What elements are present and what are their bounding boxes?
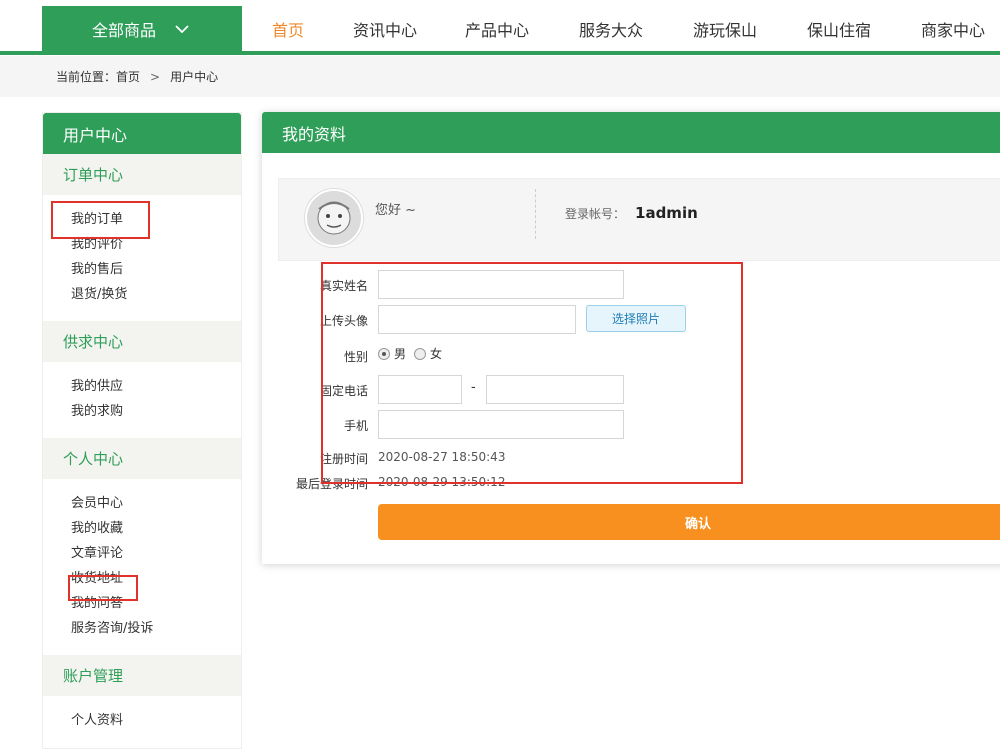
greeting-text: 您好 ~ <box>375 203 417 218</box>
breadcrumb-prefix: 当前位置： <box>56 70 117 84</box>
nav-products[interactable]: 产品中心 <box>454 17 540 41</box>
account-value: 1admin <box>635 204 698 222</box>
sidebar-group-personal: 个人中心 <box>43 438 241 479</box>
sidebar-group-account: 账户管理 <box>43 655 241 696</box>
sidebar-item-article-comments[interactable]: 文章评论 <box>71 541 241 566</box>
all-goods-dropdown[interactable]: 全部商品 <box>42 6 242 51</box>
sidebar-item-service-complaint[interactable]: 服务咨询/投诉 <box>71 616 241 641</box>
sidebar-item-member-center[interactable]: 会员中心 <box>71 491 241 516</box>
nav-news[interactable]: 资讯中心 <box>316 17 454 41</box>
sidebar-group-orders: 订单中心 <box>43 154 241 195</box>
nav-underline <box>0 51 1000 55</box>
summary-divider <box>535 189 536 239</box>
breadcrumb: 当前位置： 首页 > 用户中心 <box>0 56 1000 97</box>
profile-summary: 您好 ~ 登录帐号： 1admin <box>278 178 1000 261</box>
top-navigation-bar: 全部商品 首页 资讯中心 产品中心 服务大众 游玩保山 保山住宿 商家中心 <box>0 0 1000 56</box>
breadcrumb-home[interactable]: 首页 <box>116 68 140 85</box>
account-label: 登录帐号： <box>565 206 626 221</box>
breadcrumb-current: 用户中心 <box>170 70 219 84</box>
chevron-down-icon <box>175 24 189 33</box>
breadcrumb-separator: > <box>150 69 161 84</box>
sidebar-item-profile[interactable]: 个人资料 <box>71 708 241 733</box>
all-goods-label: 全部商品 <box>92 20 157 40</box>
avatar <box>305 189 363 247</box>
confirm-button[interactable]: 确认 <box>378 504 1000 540</box>
highlight-box-form <box>321 262 743 484</box>
sidebar-item-favorites[interactable]: 我的收藏 <box>71 516 241 541</box>
panel-title: 我的资料 <box>262 112 1000 153</box>
main-nav: 首页 资讯中心 产品中心 服务大众 游玩保山 保山住宿 商家中心 <box>260 6 996 51</box>
nav-lodging[interactable]: 保山住宿 <box>768 17 910 41</box>
sidebar-title: 用户中心 <box>43 113 241 154</box>
sidebar-group-supply: 供求中心 <box>43 321 241 362</box>
highlight-box-shipping-address <box>68 575 138 601</box>
account-info: 登录帐号： 1admin <box>565 204 698 222</box>
nav-merchant[interactable]: 商家中心 <box>910 17 996 41</box>
default-avatar-icon <box>307 191 361 245</box>
sidebar-item-my-purchase[interactable]: 我的求购 <box>71 399 241 424</box>
nav-travel[interactable]: 游玩保山 <box>682 17 768 41</box>
sidebar-item-returns[interactable]: 退货/换货 <box>71 282 241 307</box>
sidebar-item-after-sales[interactable]: 我的售后 <box>71 257 241 282</box>
nav-home[interactable]: 首页 <box>260 17 316 41</box>
highlight-box-my-orders <box>51 201 150 239</box>
nav-services[interactable]: 服务大众 <box>540 17 682 41</box>
sidebar-item-my-supply[interactable]: 我的供应 <box>71 374 241 399</box>
